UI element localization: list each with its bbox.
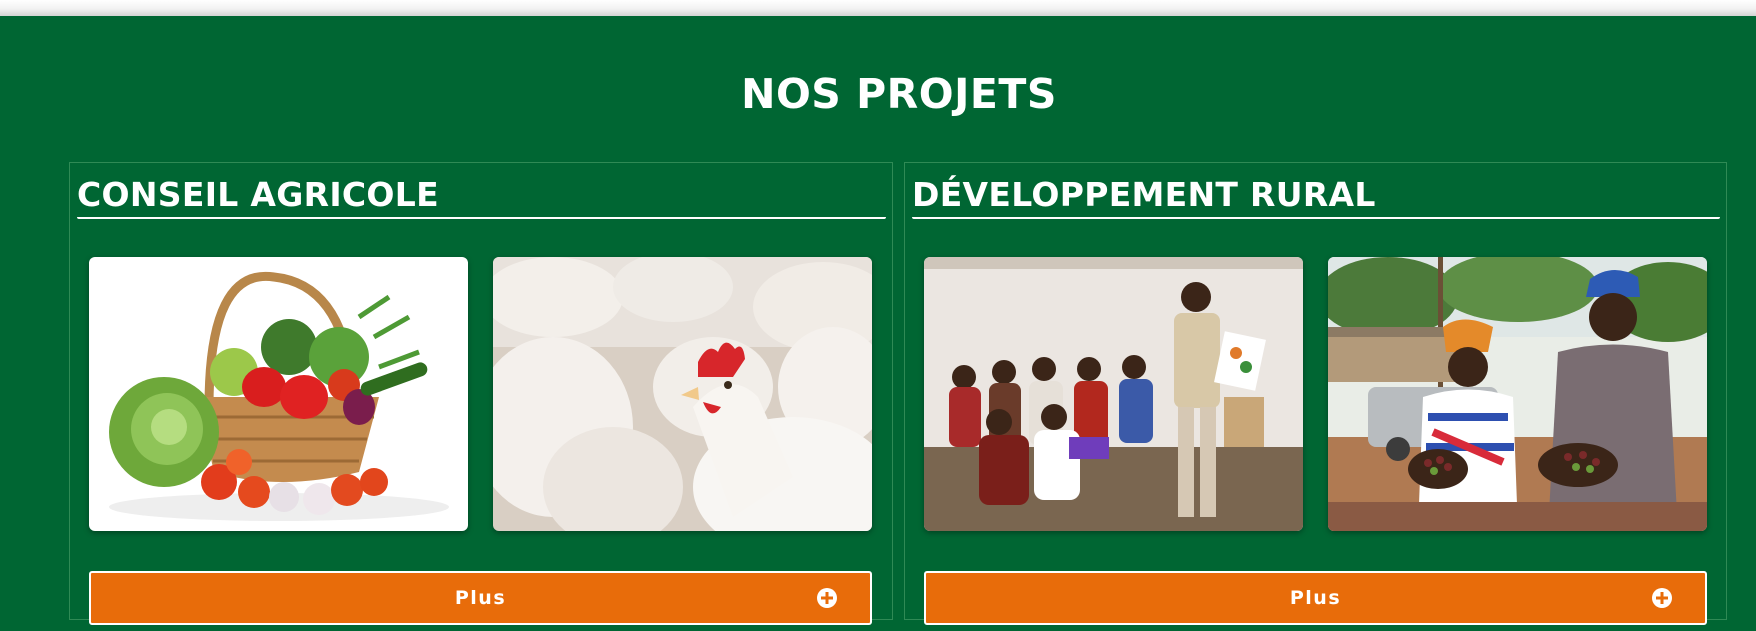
card-title[interactable]: CONSEIL AGRICOLE [77,175,439,214]
title-underline [912,217,1720,219]
photo-farmers-with-coffee-cherries[interactable] [1328,257,1707,531]
plus-button[interactable]: Plus [89,571,872,625]
project-card-conseil-agricole: CONSEIL AGRICOLE Plus [69,162,893,625]
plus-button-label: Plus [1289,587,1342,609]
photo-white-chickens[interactable] [493,257,872,531]
browser-top-bar [0,0,1756,16]
plus-circle-icon [817,588,837,608]
photo-vegetable-basket[interactable] [89,257,468,531]
card-title[interactable]: DÉVELOPPEMENT RURAL [912,175,1376,214]
photo-community-meeting[interactable] [924,257,1303,531]
plus-button-label: Plus [454,587,507,609]
projects-section: NOS PROJETS CONSEIL AGRICOLE Plus DÉVELO… [0,16,1756,631]
plus-circle-icon [1652,588,1672,608]
title-underline [77,217,886,219]
plus-button[interactable]: Plus [924,571,1707,625]
section-title: NOS PROJETS [741,70,1057,118]
project-card-developpement-rural: DÉVELOPPEMENT RURAL Plus [904,162,1727,625]
